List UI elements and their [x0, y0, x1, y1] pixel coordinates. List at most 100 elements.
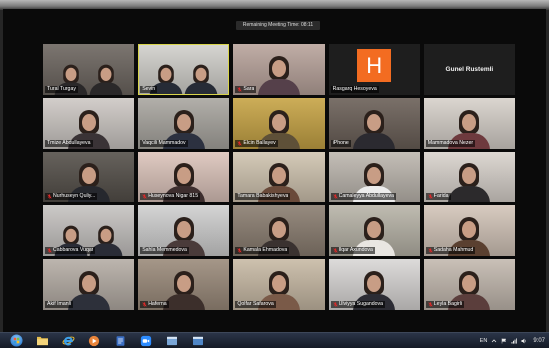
- person-head: [176, 113, 191, 131]
- participant-tile[interactable]: Ilqar Axundova: [328, 205, 420, 257]
- participant-tile[interactable]: Elcin Ballayev: [233, 97, 325, 149]
- person-head: [81, 274, 96, 292]
- mic-muted-icon: [142, 302, 147, 307]
- document-icon[interactable]: [107, 333, 133, 348]
- participant-tile[interactable]: Akif Imanli: [43, 259, 135, 310]
- participant-tile[interactable]: H Rasgarq Hesoyeva: [328, 44, 420, 95]
- participant-tile[interactable]: Qolfar Safarova: [233, 259, 325, 310]
- participant-name-label: Leyla Bagirli: [425, 300, 465, 308]
- volume-icon[interactable]: [521, 338, 527, 344]
- participant-tile[interactable]: Sahla Memmedova: [138, 205, 230, 257]
- participant-name: Ilqar Axundova: [338, 247, 373, 254]
- input-language-indicator[interactable]: EN: [480, 338, 488, 344]
- participant-name-label: Nurhuseyn Quliy...: [45, 193, 98, 201]
- participant-name: Akif Imanli: [47, 300, 71, 307]
- participant-name: Leyla Bagirli: [433, 300, 463, 307]
- person-head: [100, 67, 112, 81]
- participant-tile[interactable]: Ulviyya Sugandova: [328, 259, 420, 310]
- participant-name-centered: Gunel Rustemli: [445, 65, 494, 73]
- participant-name-label: Sara: [235, 85, 257, 93]
- flag-icon[interactable]: [501, 338, 507, 344]
- participant-name-label: Tural Turgay: [45, 85, 78, 93]
- network-icon[interactable]: [511, 337, 518, 344]
- participant-tile[interactable]: Tamara Babakishyeva: [233, 151, 325, 203]
- participant-name-label: Camaleyya Abdullayeva: [330, 193, 396, 201]
- participant-tile[interactable]: Camaleyya Abdullayeva: [328, 151, 420, 203]
- participant-name: iPhone: [332, 139, 349, 146]
- person-figure: [448, 162, 491, 203]
- participant-tile[interactable]: Cabbarova Vuqar: [43, 205, 135, 257]
- participant-tile[interactable]: Tmize Abdullayeva: [43, 97, 135, 149]
- participant-tile[interactable]: Kamala Ehmadova: [233, 205, 325, 257]
- participant-name-label: Ilqar Axundova: [330, 247, 375, 255]
- participant-name-label: Cabbarova Vuqar: [45, 247, 96, 255]
- person-head: [271, 274, 286, 292]
- person-shoulders: [162, 293, 205, 310]
- participant-name-label: Tamara Babakishyeva: [235, 193, 291, 201]
- participant-tile[interactable]: Leyla Bagirli: [423, 259, 515, 310]
- windows-start-icon[interactable]: [3, 333, 29, 348]
- participant-tile[interactable]: Nurhuseyn Quliy...: [43, 151, 135, 203]
- mic-muted-icon: [142, 194, 147, 200]
- participant-name: Elcin Ballayev: [243, 139, 276, 146]
- participant-name-label: Elcin Ballayev: [235, 139, 278, 147]
- participant-name: Sadaha Mahmud: [433, 247, 474, 254]
- window-icon[interactable]: [159, 333, 185, 348]
- person-figure: [257, 55, 300, 95]
- internet-explorer-icon[interactable]: [55, 333, 81, 348]
- person-head: [271, 113, 286, 131]
- participant-name-label: Sevin: [140, 85, 158, 93]
- person-head: [462, 113, 477, 131]
- participant-tile[interactable]: Mammadova Nezer: [423, 97, 515, 149]
- participant-tile[interactable]: Huseynova Nigar 815: [138, 151, 230, 203]
- participant-name-label: Mammadova Nezer: [425, 139, 476, 147]
- clock[interactable]: 9:07: [533, 338, 545, 344]
- participant-name: Haferna: [148, 300, 167, 307]
- tray-icon-group: [491, 337, 527, 344]
- participant-name-label: Sadaha Mahmud: [425, 247, 476, 255]
- participant-tile[interactable]: Sara: [233, 44, 325, 95]
- participant-tile[interactable]: iPhone: [328, 97, 420, 149]
- mic-muted-icon: [237, 140, 242, 146]
- participant-name: Cabbarova Vuqar: [53, 247, 94, 254]
- person-head: [176, 167, 191, 185]
- folder-icon[interactable]: [29, 333, 55, 348]
- participant-name-label: Vaqcili Mammadov: [140, 139, 188, 147]
- person-figure: [162, 270, 205, 310]
- participant-name-label: Farida: [425, 193, 451, 201]
- participant-tile[interactable]: Gunel Rustemli: [423, 44, 515, 95]
- mic-muted-icon: [47, 194, 52, 200]
- mic-muted-icon: [237, 87, 242, 92]
- participant-tile[interactable]: Farida: [423, 151, 515, 203]
- person-head: [176, 221, 191, 239]
- person-head: [100, 228, 112, 243]
- system-tray: EN 9:07: [480, 333, 545, 348]
- zoom-icon[interactable]: [133, 333, 159, 348]
- person-head: [367, 113, 382, 131]
- mic-muted-icon: [428, 302, 433, 307]
- participant-tile[interactable]: Sevin: [138, 44, 230, 95]
- person-shoulders: [448, 186, 491, 203]
- person-shoulders: [257, 78, 300, 95]
- participant-name: Sevin: [142, 85, 156, 92]
- participant-name: Sara: [243, 85, 255, 92]
- participant-name-label: Qolfar Safarova: [235, 300, 276, 308]
- windows-taskbar: EN 9:07: [0, 332, 549, 348]
- mic-muted-icon: [333, 248, 338, 253]
- window-icon[interactable]: [185, 333, 211, 348]
- participant-name-label: iPhone: [330, 139, 351, 147]
- participant-name: Vaqcili Mammadov: [142, 139, 186, 146]
- participant-tile[interactable]: Vaqcili Mammadov: [138, 97, 230, 149]
- participant-tile[interactable]: Haferna: [138, 259, 230, 310]
- participant-tile[interactable]: Tural Turgay: [43, 44, 135, 95]
- participant-name: Mammadova Nezer: [427, 139, 474, 146]
- person-head: [176, 274, 191, 292]
- participant-name: Rasgarq Hesoyeva: [332, 85, 377, 92]
- participant-name-label: Tmize Abdullayeva: [45, 139, 93, 147]
- participant-name-label: Haferna: [140, 300, 169, 308]
- video-gallery-grid: Tural Turgay Sevin Sara H Rasgarq Hesoyeva Gu…: [43, 44, 515, 310]
- chevron-up-icon[interactable]: [491, 338, 497, 344]
- participant-name-label: Huseynova Nigar 815: [140, 193, 201, 201]
- participant-tile[interactable]: Sadaha Mahmud: [423, 205, 515, 257]
- media-player-icon[interactable]: [81, 333, 107, 348]
